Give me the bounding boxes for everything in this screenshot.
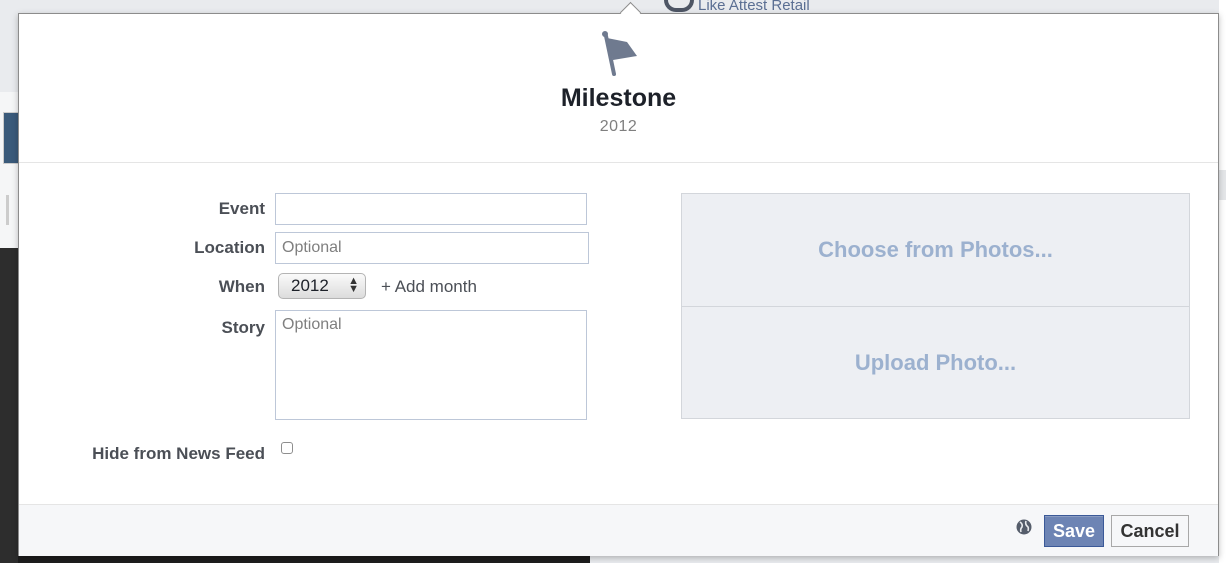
save-button[interactable]: Save	[1044, 515, 1104, 547]
hide-from-feed-label: Hide from News Feed	[92, 444, 265, 463]
background-right-column	[1219, 0, 1226, 563]
event-label: Event	[218, 199, 265, 218]
story-textarea[interactable]: Optional	[275, 310, 587, 420]
background-icon	[664, 0, 694, 12]
dialog-title: Milestone	[560, 84, 677, 112]
choose-from-photos-button[interactable]: Choose from Photos...	[682, 194, 1189, 306]
photo-panel: Choose from Photos... Upload Photo...	[681, 193, 1190, 419]
dialog-footer: Save Cancel	[19, 504, 1218, 556]
dialog-header: Milestone 2012	[19, 14, 1218, 163]
story-label: Story	[221, 318, 265, 337]
event-input[interactable]	[275, 193, 587, 225]
background-right-divider	[1219, 170, 1226, 200]
background-divider	[6, 195, 9, 225]
location-label: Location	[194, 238, 265, 257]
add-month-link[interactable]: + Add month	[381, 277, 477, 297]
year-select-value: 2012	[291, 276, 329, 295]
dialog-year: 2012	[599, 118, 638, 135]
when-label: When	[218, 277, 265, 296]
year-select[interactable]: 2012 ▲ ▼	[278, 273, 366, 299]
upload-photo-button[interactable]: Upload Photo...	[682, 307, 1189, 419]
location-input[interactable]: Optional	[275, 232, 589, 264]
select-arrows-icon: ▲ ▼	[348, 275, 359, 295]
background-left-top	[0, 0, 18, 92]
background-bottom-right	[590, 556, 1219, 563]
globe-icon[interactable]	[1016, 519, 1032, 535]
cancel-button[interactable]: Cancel	[1111, 515, 1189, 547]
milestone-dialog: Milestone 2012 Event Location Optional W…	[18, 1, 1219, 556]
background-photo	[0, 248, 18, 563]
hide-from-feed-checkbox[interactable]	[281, 442, 293, 454]
background-like-link[interactable]: Like Attest Retail	[698, 0, 810, 14]
flag-icon	[602, 31, 637, 76]
